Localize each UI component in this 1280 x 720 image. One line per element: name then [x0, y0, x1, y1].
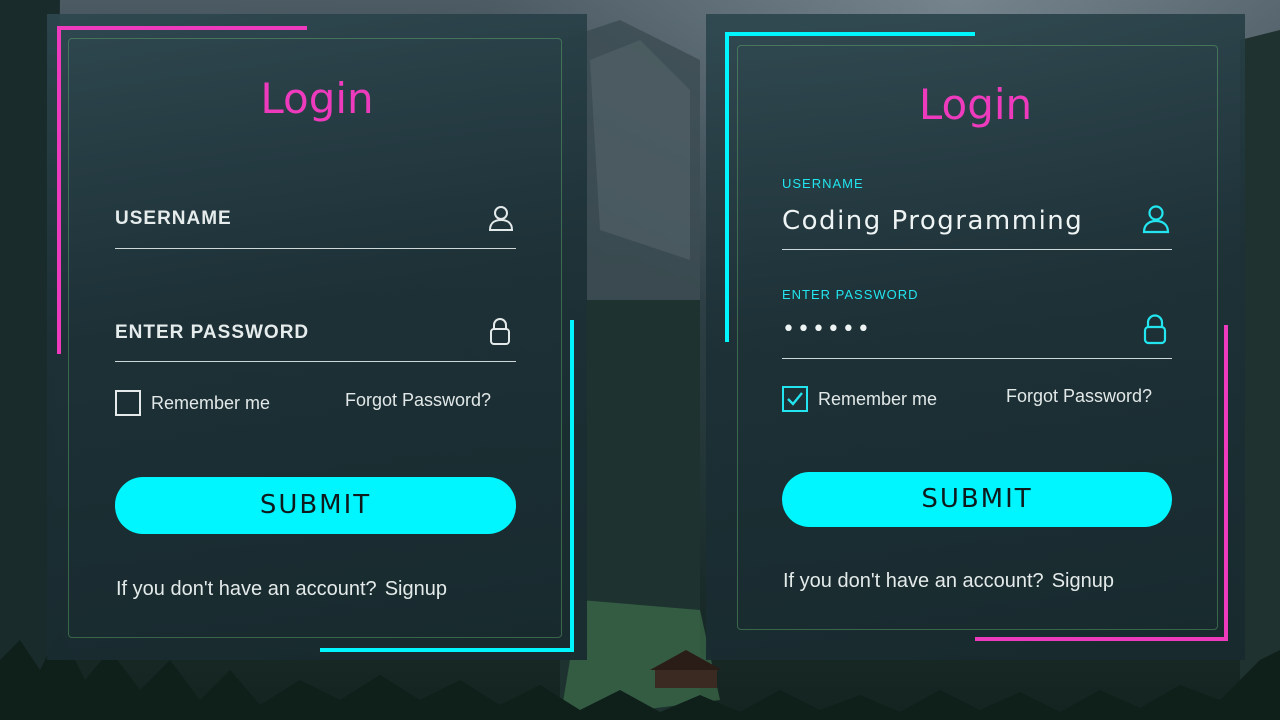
signup-row: If you don't have an account? Signup: [116, 578, 447, 601]
forgot-password-link[interactable]: Forgot Password?: [1006, 386, 1152, 407]
lock-icon: [490, 318, 510, 345]
remember-me[interactable]: Remember me: [782, 386, 937, 412]
username-placeholder: USERNAME: [115, 208, 232, 229]
signup-link[interactable]: Signup: [1052, 570, 1114, 592]
signup-prompt: If you don't have an account?: [116, 578, 377, 600]
username-field[interactable]: USERNAME: [115, 200, 516, 250]
signup-row: If you don't have an account? Signup: [783, 570, 1114, 593]
password-field[interactable]: ENTER PASSWORD ••••••: [782, 285, 1172, 363]
remember-checkbox[interactable]: [115, 390, 141, 416]
password-value: ••••••: [782, 317, 872, 342]
user-icon: [1142, 205, 1170, 234]
username-underline: [782, 249, 1172, 250]
password-field[interactable]: ENTER PASSWORD: [115, 314, 516, 364]
accent-bar-pink: [1224, 325, 1228, 641]
password-placeholder: ENTER PASSWORD: [115, 322, 310, 343]
username-value: Coding Programming: [782, 206, 1084, 236]
signup-link[interactable]: Signup: [385, 578, 447, 600]
accent-bar-cyan: [725, 32, 975, 36]
password-label: ENTER PASSWORD: [782, 287, 919, 302]
remember-checkbox[interactable]: [782, 386, 808, 412]
forgot-password-link[interactable]: Forgot Password?: [345, 390, 491, 411]
username-label: USERNAME: [782, 176, 864, 191]
check-icon: [787, 392, 803, 406]
login-title: Login: [918, 80, 1033, 129]
accent-bar-cyan: [725, 32, 729, 342]
lock-icon: [1143, 314, 1167, 345]
password-underline: [782, 358, 1172, 359]
remember-label: Remember me: [151, 392, 271, 413]
submit-button[interactable]: SUBMIT: [782, 472, 1172, 527]
user-icon: [488, 206, 514, 231]
username-field[interactable]: USERNAME Coding Programming: [782, 174, 1172, 252]
accent-bar-cyan: [570, 320, 574, 652]
accent-bar-pink: [975, 637, 1228, 641]
accent-bar-pink: [57, 26, 307, 30]
remember-label: Remember me: [818, 388, 938, 409]
login-title: Login: [260, 74, 374, 123]
remember-me[interactable]: Remember me: [115, 390, 270, 416]
password-underline: [115, 361, 516, 362]
accent-bar-cyan: [320, 648, 574, 652]
username-underline: [115, 248, 516, 249]
signup-prompt: If you don't have an account?: [783, 570, 1044, 592]
submit-button[interactable]: SUBMIT: [115, 477, 516, 534]
